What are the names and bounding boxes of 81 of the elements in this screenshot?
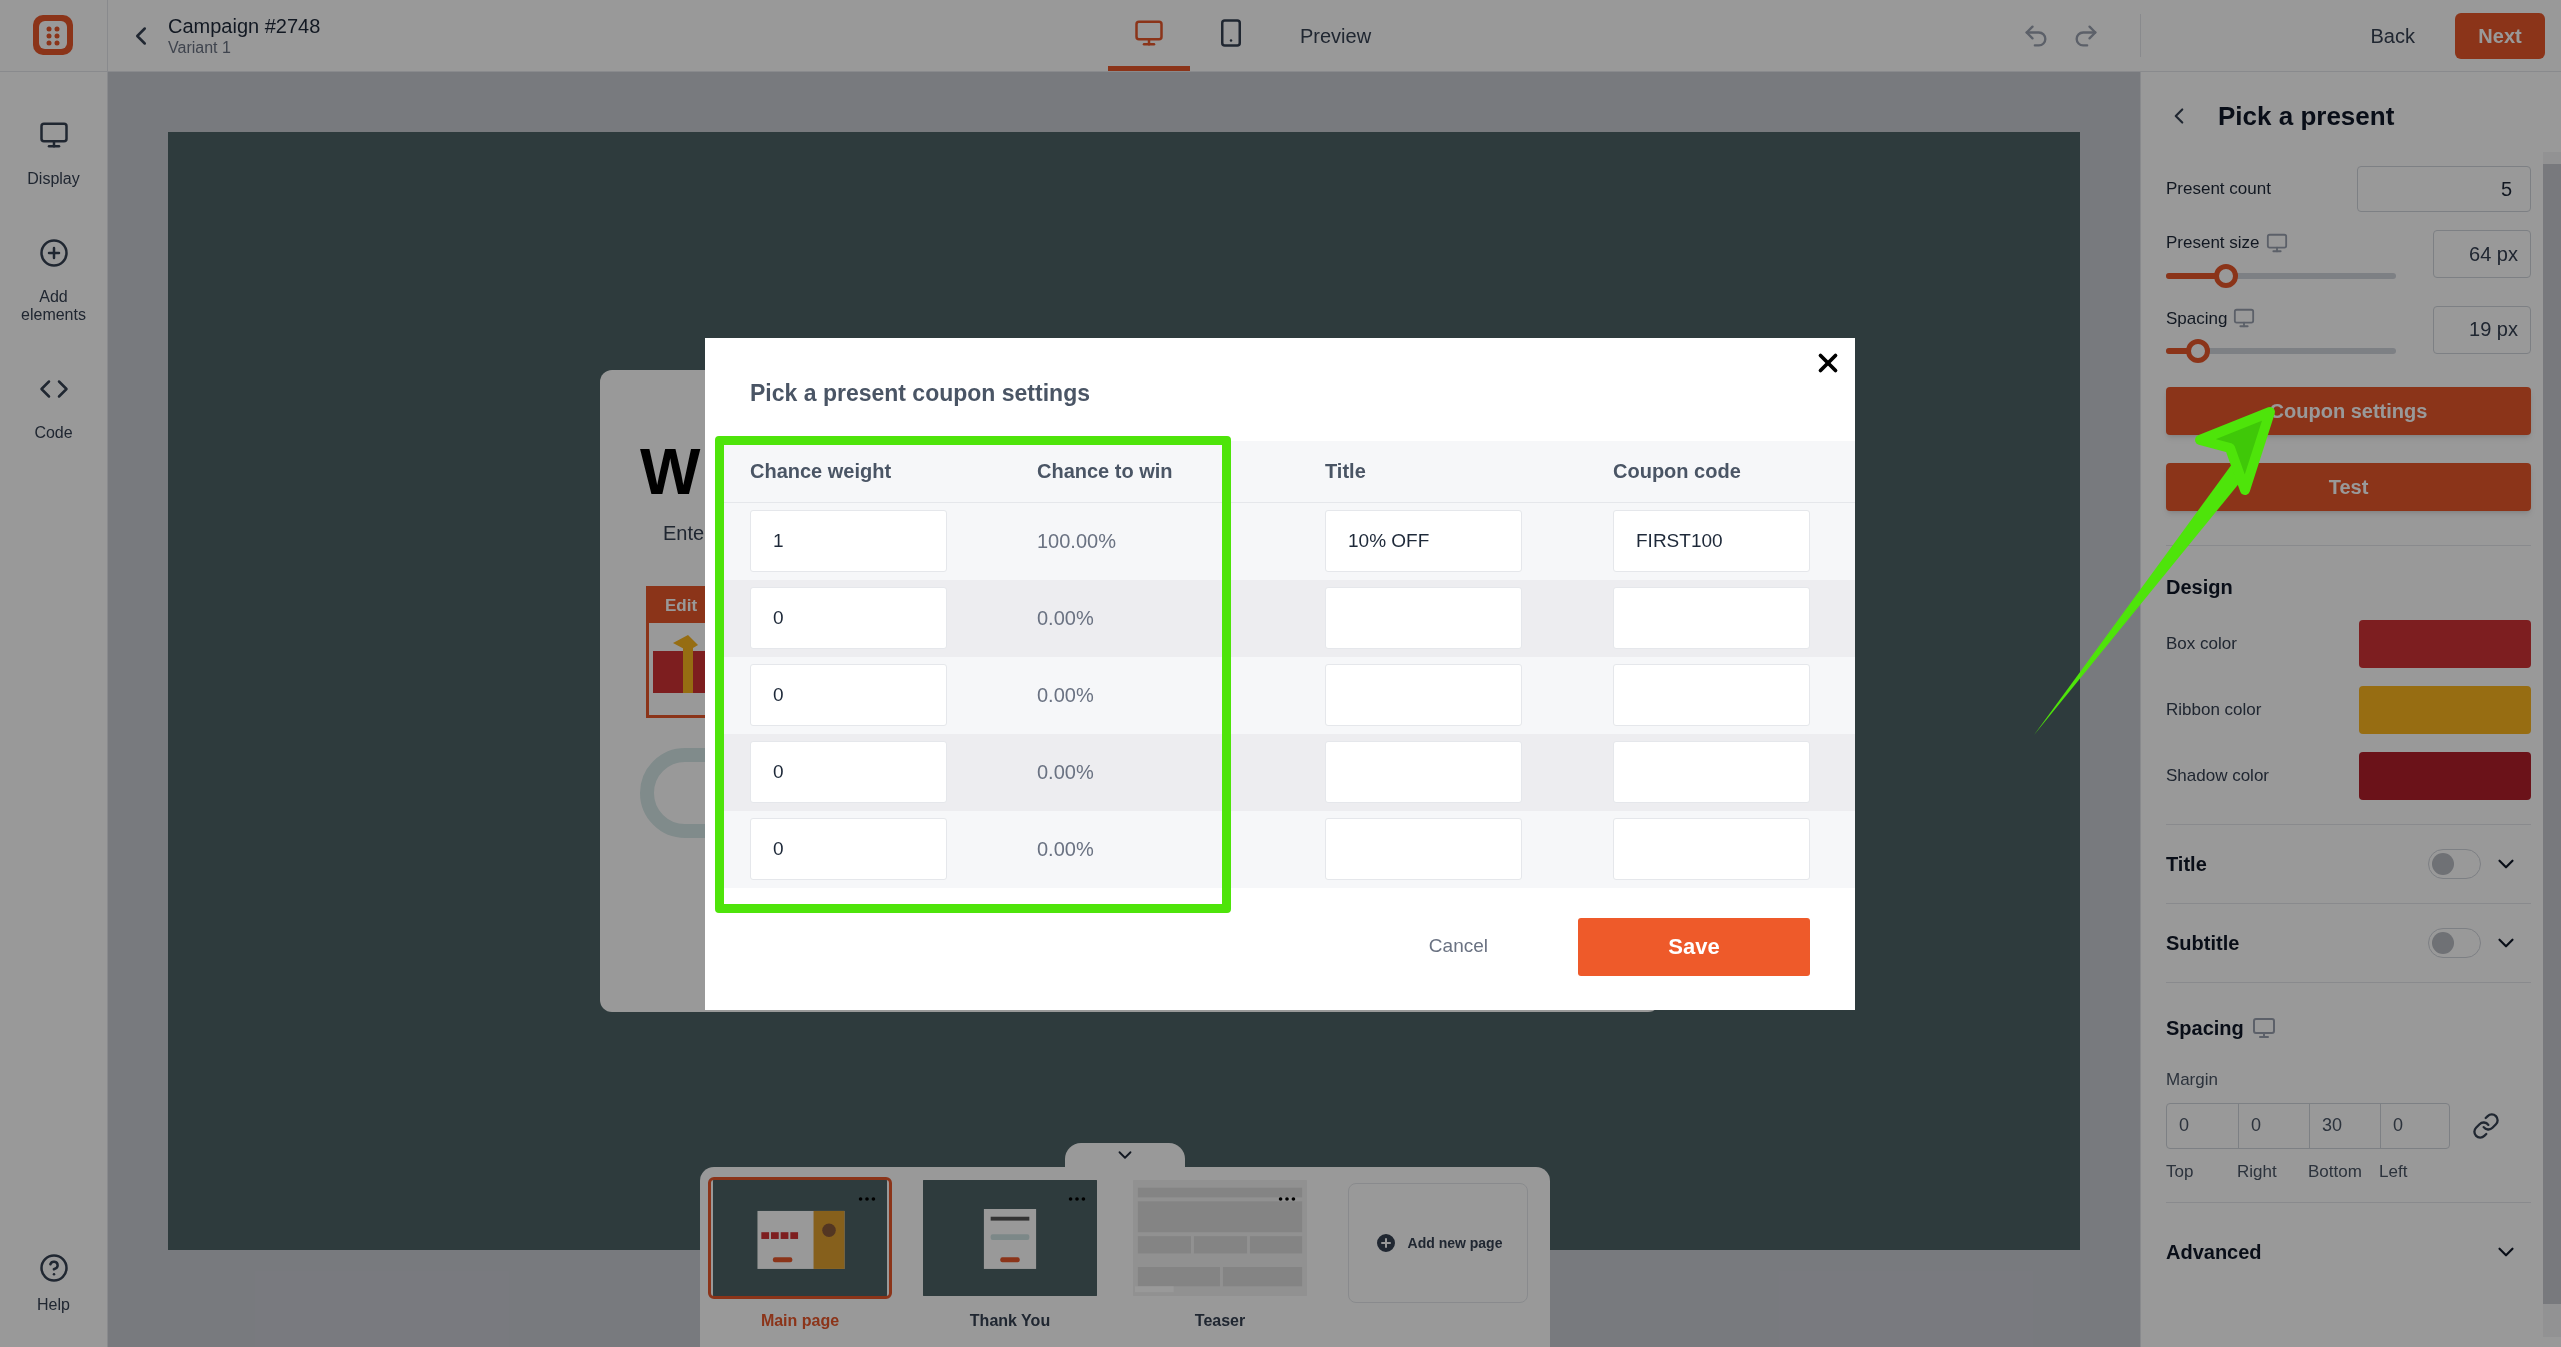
present-count-label: Present count <box>2166 178 2271 201</box>
add-page-button[interactable]: Add new page <box>1348 1183 1528 1303</box>
link-icon[interactable] <box>2472 1111 2500 1140</box>
save-button[interactable]: Save <box>1578 917 1810 976</box>
popup-text: Ente <box>663 521 705 546</box>
section-heading: Title <box>2166 852 2207 877</box>
coupon-code-field[interactable]: FIRST100 <box>1613 510 1810 572</box>
slider-value-field[interactable]: 19 px <box>2433 305 2531 354</box>
coupon-code-field[interactable] <box>1613 664 1810 726</box>
page-label: Main page <box>760 1311 840 1331</box>
sidebar-item[interactable]: Code <box>3 374 104 442</box>
collapse-tab[interactable] <box>1065 1143 1185 1167</box>
slider-thumb[interactable] <box>2186 339 2211 363</box>
panel-title: Pick a present <box>2218 99 2395 133</box>
column-header: Title <box>1325 459 1367 484</box>
next-button[interactable]: Next <box>2455 12 2545 59</box>
test-button[interactable]: Test <box>2166 463 2531 511</box>
variant-label: Variant 1 <box>168 37 232 58</box>
title-field[interactable]: 10% OFF <box>1325 510 1522 572</box>
color-swatch[interactable] <box>2359 620 2531 668</box>
margin-side-label: Right <box>2237 1160 2278 1183</box>
column-header: Coupon code <box>1613 459 1742 484</box>
color-label: Shadow color <box>2166 765 2269 788</box>
back-button[interactable]: Back <box>2370 20 2415 51</box>
slider-thumb[interactable] <box>2213 263 2238 288</box>
coupon-code-field[interactable] <box>1613 587 1810 649</box>
dialog-title: Pick a present coupon settings <box>750 379 1091 408</box>
section-heading: Design <box>2166 575 2233 600</box>
toggle-switch[interactable] <box>2428 849 2481 879</box>
chance-value: 0.00% <box>1037 760 1095 785</box>
weight-field[interactable]: 0 <box>750 818 947 880</box>
column-header: Chance weight <box>750 459 893 484</box>
cancel-button[interactable]: Cancel <box>1428 932 1488 961</box>
coupon-code-field[interactable] <box>1613 741 1810 803</box>
margin-side-label: Bottom <box>2308 1160 2363 1183</box>
monitor-icon <box>2251 1016 2276 1040</box>
page-label: Thank You <box>969 1311 1051 1331</box>
weight-field[interactable]: 1 <box>750 510 947 572</box>
monitor-icon <box>2265 231 2288 254</box>
desktop-icon <box>1134 18 1164 48</box>
campaign-title: Campaign #2748 <box>168 13 321 38</box>
present-count-field[interactable]: 5 <box>2357 166 2531 212</box>
sidebar-item[interactable]: Add elements <box>3 238 104 324</box>
section-heading: Spacing <box>2166 1016 2244 1041</box>
chance-value: 0.00% <box>1037 837 1095 862</box>
section-heading: Subtitle <box>2166 931 2240 956</box>
add-icon <box>38 238 69 268</box>
title-field[interactable] <box>1325 587 1522 649</box>
slider-track[interactable] <box>2166 348 2396 354</box>
title-field[interactable] <box>1325 741 1522 803</box>
color-label: Box color <box>2166 633 2237 656</box>
chance-value: 0.00% <box>1037 606 1095 631</box>
monitor-icon <box>2233 307 2256 330</box>
title-field[interactable] <box>1325 664 1522 726</box>
monitor-icon <box>38 120 69 150</box>
weight-field[interactable]: 0 <box>750 741 947 803</box>
title-field[interactable] <box>1325 818 1522 880</box>
color-label: Ribbon color <box>2166 699 2262 722</box>
color-swatch[interactable] <box>2359 686 2531 734</box>
sidebar-item[interactable]: Display <box>3 120 104 188</box>
margin-side-label: Left <box>2379 1160 2409 1183</box>
help-icon <box>38 1253 69 1283</box>
chance-value: 0.00% <box>1037 683 1095 708</box>
help-button[interactable]: Help <box>37 1253 70 1317</box>
page-label: Teaser <box>1194 1311 1246 1331</box>
weight-field[interactable]: 0 <box>750 587 947 649</box>
slider-label: Spacing <box>2166 307 2228 330</box>
weight-field[interactable]: 0 <box>750 664 947 726</box>
slider-track[interactable] <box>2166 272 2396 279</box>
color-swatch[interactable] <box>2359 752 2531 800</box>
popup-heading: W <box>640 440 701 504</box>
margin-side-label: Top <box>2166 1160 2195 1183</box>
section-heading: Advanced <box>2166 1240 2262 1265</box>
preview-button[interactable]: Preview <box>1300 20 1372 51</box>
toggle-switch[interactable] <box>2428 928 2481 958</box>
slider-value-field[interactable]: 64 px <box>2433 230 2531 278</box>
margin-label: Margin <box>2166 1069 2219 1091</box>
column-header: Chance to win <box>1037 459 1174 484</box>
slider-label: Present size <box>2166 232 2260 254</box>
chance-value: 100.00% <box>1037 529 1117 554</box>
coupon-code-field[interactable] <box>1613 818 1810 880</box>
